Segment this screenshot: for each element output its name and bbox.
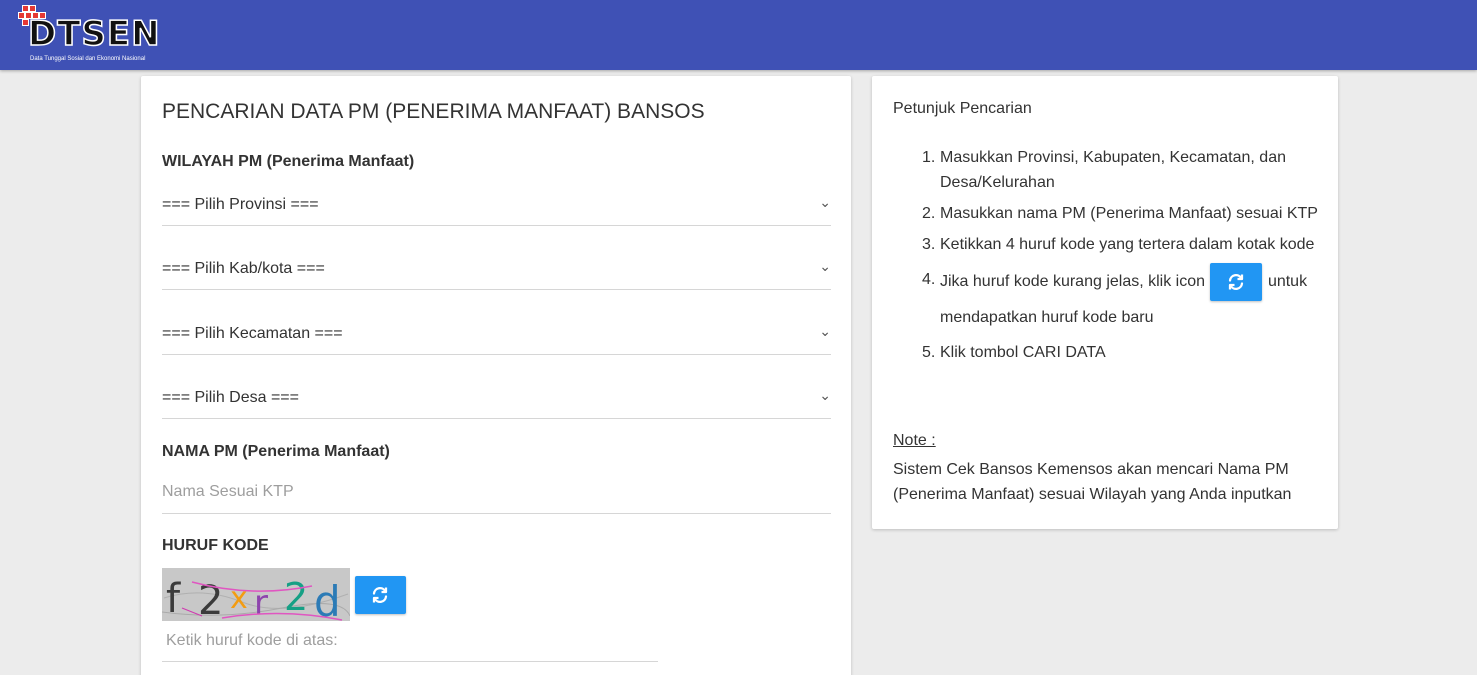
form-title: PENCARIAN DATA PM (PENERIMA MANFAAT) BAN… <box>162 100 705 123</box>
refresh-icon <box>1229 274 1244 290</box>
village-select[interactable]: === Pilih Desa === ⌄ <box>162 377 831 419</box>
chevron-down-icon: ⌄ <box>819 323 831 339</box>
guide-step: 5. Klik tombol CARI DATA <box>922 344 1106 361</box>
refresh-captcha-button[interactable] <box>355 576 406 614</box>
logo-subtitle: Data Tunggal Sosial dan Ekonomi Nasional <box>30 56 146 62</box>
note-text: Sistem Cek Bansos Kemensos akan mencari … <box>893 461 1292 503</box>
name-input[interactable]: Nama Sesuai KTP <box>162 474 831 514</box>
dtsen-logo[interactable]: DTSEN Data Tunggal Sosial dan Ekonomi Na… <box>18 5 163 67</box>
logo-text: DTSEN <box>27 14 161 54</box>
note-label: Note : <box>893 432 936 449</box>
guide-steps-list: 1. Masukkan Provinsi, Kabupaten, Kecamat… <box>893 145 1323 371</box>
district-select[interactable]: === Pilih Kecamatan === ⌄ <box>162 313 831 355</box>
guide-step: 3. Ketikkan 4 huruf kode yang tertera da… <box>922 236 1315 253</box>
refresh-icon <box>372 587 388 603</box>
search-guide-card: Petunjuk Pencarian 1. Masukkan Provinsi,… <box>872 76 1338 529</box>
chevron-down-icon: ⌄ <box>819 194 831 210</box>
guide-step: 4. Jika huruf kode kurang jelas, klik ic… <box>893 263 1323 334</box>
svg-text:2: 2 <box>284 575 308 619</box>
province-select-value: === Pilih Provinsi === <box>162 196 319 213</box>
code-label: HURUF KODE <box>162 537 269 554</box>
top-app-bar: DTSEN Data Tunggal Sosial dan Ekonomi Na… <box>0 0 1477 70</box>
svg-text:r: r <box>254 583 268 621</box>
captcha-image: f 2 x r 2 d <box>162 568 350 621</box>
name-label: NAMA PM (Penerima Manfaat) <box>162 443 390 460</box>
chevron-down-icon: ⌄ <box>819 387 831 403</box>
guide-step: 2. Masukkan nama PM (Penerima Manfaat) s… <box>922 205 1318 222</box>
chevron-down-icon: ⌄ <box>819 258 831 274</box>
guide-step: 1. Masukkan Provinsi, Kabupaten, Kecamat… <box>922 149 1286 191</box>
captcha-code-placeholder: Ketik huruf kode di atas: <box>166 632 338 649</box>
name-input-placeholder: Nama Sesuai KTP <box>162 483 294 500</box>
refresh-example-button <box>1210 263 1263 301</box>
svg-text:x: x <box>230 581 248 616</box>
regency-select-value: === Pilih Kab/kota === <box>162 260 325 277</box>
guide-title: Petunjuk Pencarian <box>893 100 1032 117</box>
district-select-value: === Pilih Kecamatan === <box>162 325 343 342</box>
region-label: WILAYAH PM (Penerima Manfaat) <box>162 153 415 170</box>
province-select[interactable]: === Pilih Provinsi === ⌄ <box>162 184 831 226</box>
village-select-value: === Pilih Desa === <box>162 389 299 406</box>
svg-text:f: f <box>166 576 181 621</box>
svg-text:d: d <box>314 577 341 621</box>
captcha-code-input[interactable]: Ketik huruf kode di atas: <box>162 624 658 662</box>
search-form-card: PENCARIAN DATA PM (PENERIMA MANFAAT) BAN… <box>141 76 851 675</box>
regency-select[interactable]: === Pilih Kab/kota === ⌄ <box>162 248 831 290</box>
